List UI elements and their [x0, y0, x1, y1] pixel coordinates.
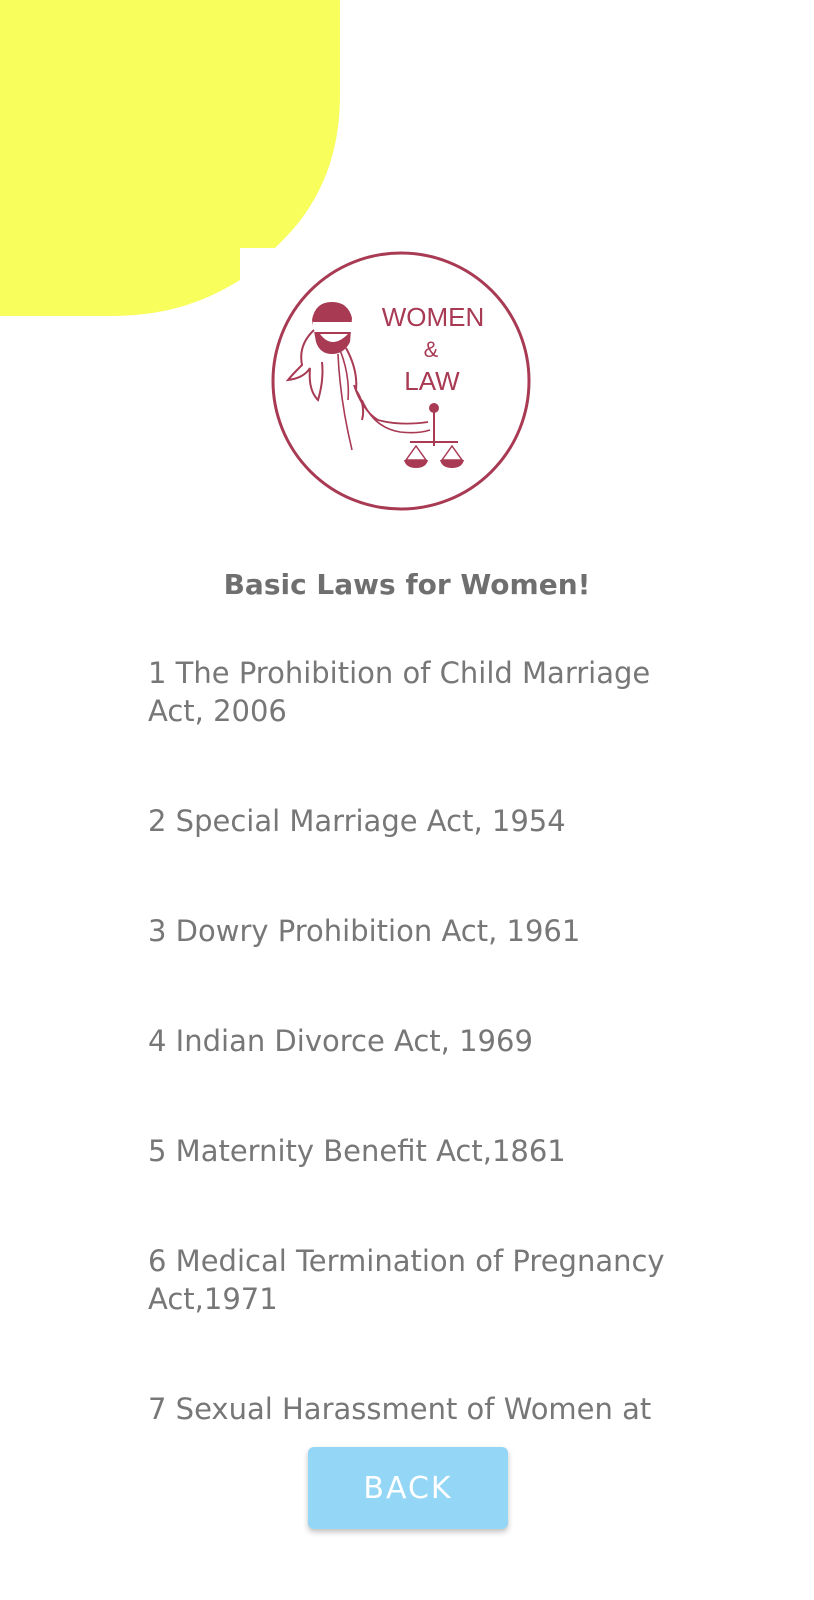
law-item: 6 Medical Termination of Pregnancy Act,1… — [148, 1244, 665, 1316]
page-title: Basic Laws for Women! — [223, 568, 591, 601]
law-item: 7 Sexual Harassment of Women at — [148, 1392, 652, 1426]
law-item: 1 The Prohibition of Child Marriage Act,… — [148, 656, 651, 728]
logo-text-women: WOMEN — [382, 302, 485, 332]
law-item: 3 Dowry Prohibition Act, 1961 — [148, 914, 581, 948]
logo-text-ampersand: & — [424, 337, 439, 362]
law-item: 2 Special Marriage Act, 1954 — [148, 804, 566, 838]
logo-text-law: LAW — [404, 366, 460, 396]
back-button[interactable]: BACK — [308, 1447, 508, 1529]
laws-list[interactable]: 1 The Prohibition of Child Marriage Act,… — [148, 640, 688, 1428]
women-and-law-logo: WOMEN & LAW — [271, 251, 531, 511]
law-item: 5 Maternity Benefit Act,1861 — [148, 1134, 566, 1168]
law-item: 4 Indian Divorce Act, 1969 — [148, 1024, 533, 1058]
